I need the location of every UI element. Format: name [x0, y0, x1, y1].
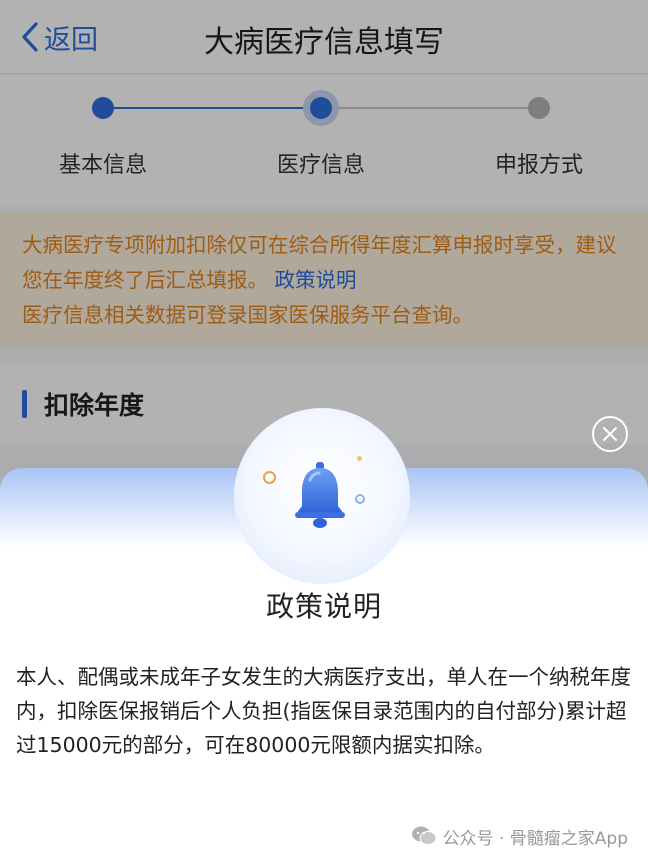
modal-body-text: 本人、配偶或未成年子女发生的大病医疗支出，单人在一个纳税年度内，扣除医保报销后个… — [16, 665, 631, 757]
wechat-icon — [411, 825, 437, 847]
close-circle-icon — [603, 427, 617, 441]
bell-icon — [292, 460, 348, 530]
watermark-text: 公众号 · 骨髓瘤之家App — [442, 828, 628, 849]
decor-ring-orange — [263, 471, 276, 484]
watermark: 公众号 · 骨髓瘤之家App — [411, 822, 628, 850]
decor-dot-yellow — [357, 456, 362, 461]
close-button[interactable] — [592, 416, 628, 452]
decor-ring-blue — [355, 494, 365, 504]
modal-title: 政策说明 — [265, 590, 382, 623]
